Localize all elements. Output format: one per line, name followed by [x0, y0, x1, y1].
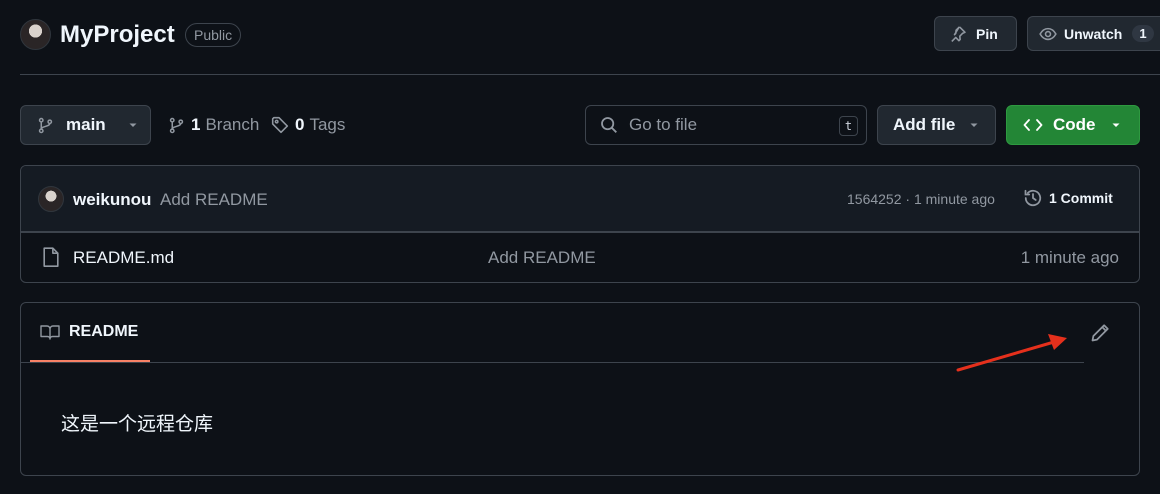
- tags-link[interactable]: 0 Tags: [271, 115, 345, 135]
- commit-time: 1 minute ago: [913, 191, 995, 207]
- tag-label: Tags: [309, 115, 346, 134]
- go-to-file-search[interactable]: Go to file t: [585, 105, 867, 145]
- branch-count: 1: [191, 115, 201, 134]
- file-name[interactable]: README.md: [73, 248, 174, 268]
- commit-count-label: 1 Commit: [1049, 190, 1113, 206]
- branch-label: Branch: [205, 115, 260, 134]
- git-branch-icon: [168, 117, 185, 134]
- readme-header-divider: [21, 362, 1084, 363]
- book-icon: [40, 324, 60, 340]
- pin-label: Pin: [976, 25, 998, 42]
- chevron-down-icon: [127, 119, 139, 131]
- unwatch-button[interactable]: Unwatch 1: [1027, 16, 1160, 51]
- row-divider: [21, 232, 1139, 233]
- file-commit-time: 1 minute ago: [1020, 248, 1119, 267]
- visibility-badge: Public: [185, 23, 242, 47]
- code-button[interactable]: Code: [1006, 105, 1140, 145]
- owner-avatar[interactable]: [20, 19, 51, 50]
- file-commit-message[interactable]: Add README: [488, 248, 596, 268]
- header-divider: [20, 74, 1160, 75]
- file-row[interactable]: README.md Add README 1 minute ago: [21, 232, 1139, 282]
- commit-separator: ·: [905, 191, 911, 207]
- author-avatar[interactable]: [38, 186, 64, 212]
- add-file-label: Add file: [893, 115, 956, 134]
- eye-icon: [1039, 25, 1057, 43]
- chevron-down-icon: [1110, 119, 1122, 131]
- annotation-arrow: [956, 334, 1067, 372]
- tag-icon: [271, 116, 289, 134]
- commit-history-link[interactable]: 1 Commit: [1023, 188, 1113, 208]
- chevron-down-icon: [968, 119, 980, 131]
- search-placeholder: Go to file: [629, 115, 698, 134]
- file-browser: weikunou Add README 1564252 · 1 minute a…: [20, 165, 1140, 283]
- branch-selector[interactable]: main: [20, 105, 151, 145]
- tag-count: 0: [295, 115, 305, 134]
- readme-content: 这是一个远程仓库: [61, 414, 214, 435]
- code-icon: [1023, 117, 1043, 133]
- readme-panel: README 这是一个远程仓库: [20, 302, 1140, 476]
- add-file-button[interactable]: Add file: [877, 105, 996, 145]
- search-shortcut-key: t: [839, 116, 858, 136]
- readme-tab-label: README: [69, 322, 139, 340]
- latest-commit-bar: weikunou Add README 1564252 · 1 minute a…: [21, 166, 1139, 232]
- search-icon: [600, 116, 618, 134]
- pin-button[interactable]: Pin: [934, 16, 1017, 51]
- tab-readme[interactable]: README: [30, 303, 150, 363]
- commit-author[interactable]: weikunou: [73, 190, 151, 210]
- code-label: Code: [1053, 115, 1096, 134]
- pencil-icon[interactable]: [1090, 323, 1110, 343]
- unwatch-label: Unwatch: [1064, 25, 1123, 42]
- commit-hash[interactable]: 1564252: [847, 191, 902, 207]
- file-icon: [42, 247, 60, 268]
- pin-icon: [949, 25, 967, 43]
- branches-link[interactable]: 1 Branch: [168, 115, 259, 135]
- history-icon: [1023, 188, 1043, 208]
- git-branch-icon: [37, 117, 54, 134]
- branch-name: main: [66, 115, 106, 134]
- commit-meta: 1564252 · 1 minute ago: [847, 191, 995, 207]
- repo-name[interactable]: MyProject: [60, 21, 175, 49]
- watch-count-badge: 1: [1132, 25, 1154, 42]
- commit-message[interactable]: Add README: [160, 190, 268, 210]
